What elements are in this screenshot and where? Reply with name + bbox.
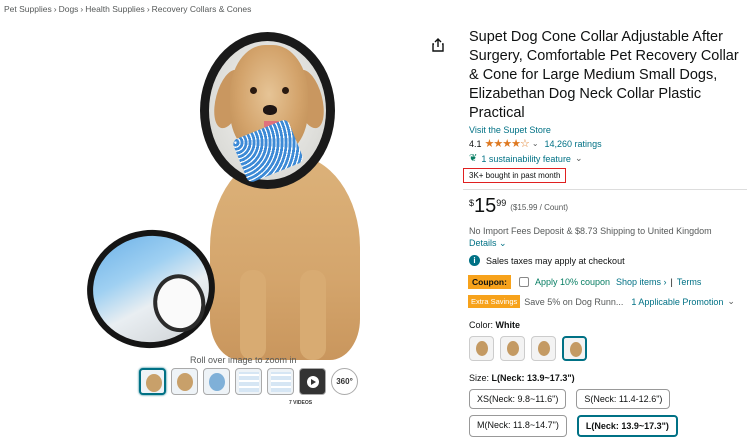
rating-value: 4.1 [469, 138, 482, 149]
color-swatches [469, 336, 747, 361]
info-icon[interactable]: i [469, 255, 480, 266]
color-swatch-1[interactable] [469, 336, 494, 361]
color-swatch-white[interactable] [562, 336, 587, 361]
share-icon[interactable] [432, 38, 444, 52]
chevron-down-icon: ⌄ [574, 153, 583, 163]
thumbnail-strip: 360° [139, 368, 358, 395]
breadcrumb-separator: › [80, 4, 84, 14]
terms-link[interactable]: Terms [677, 277, 702, 287]
selected-size: L(Neck: 13.9~17.3") [491, 373, 575, 383]
thumbnail-3[interactable] [203, 368, 230, 395]
coupon-text[interactable]: Apply 10% coupon [535, 277, 610, 287]
dog-eye [282, 87, 289, 94]
chevron-down-icon: ⌄ [727, 296, 735, 306]
size-option-s[interactable]: S(Neck: 11.4-12.6") [576, 389, 671, 409]
price-whole: 15 [474, 195, 497, 217]
breadcrumb-item-health-supplies[interactable]: Health Supplies [85, 4, 145, 14]
details-link[interactable]: Details [469, 238, 497, 248]
unit-price: ($15.99 / Count) [510, 203, 569, 212]
dog-leg [240, 270, 266, 360]
extra-savings-row: Extra Savings Save 5% on Dog Runn... 1 A… [468, 295, 747, 308]
color-swatch-2[interactable] [500, 336, 525, 361]
videos-count-label: 7 VIDEOS [289, 400, 313, 406]
coupon-badge: Coupon: [468, 275, 511, 289]
size-option-xs[interactable]: XS(Neck: 9.8~11.6") [469, 389, 567, 409]
product-info-panel: Supet Dog Cone Collar Adjustable After S… [463, 28, 747, 437]
size-option-m[interactable]: M(Neck: 11.8~14.7") [469, 415, 567, 437]
coupon-row: Coupon: Apply 10% coupon Shop items › | … [468, 275, 747, 289]
price-fraction: 99 [496, 198, 507, 208]
product-title: Supet Dog Cone Collar Adjustable After S… [469, 29, 739, 121]
breadcrumb-separator: › [53, 4, 57, 14]
rating-row: 4.1 ★★★★☆ ⌄ 14,260 ratings [469, 137, 747, 150]
tax-text: Sales taxes may apply at checkout [486, 255, 625, 266]
size-label: Size: L(Neck: 13.9~17.3") [469, 373, 747, 383]
price: $ 15 99 ($15.99 / Count) [469, 196, 747, 216]
extra-savings-badge: Extra Savings [468, 295, 521, 308]
sustainability-label: 1 sustainability feature [481, 153, 571, 164]
thumbnail-4[interactable] [235, 368, 262, 395]
size-options: XS(Neck: 9.8~11.6") S(Neck: 11.4-12.6") … [469, 389, 699, 437]
color-label: Color: White [469, 320, 747, 330]
zoom-hint: Roll over image to zoom in [190, 355, 297, 365]
sustainability-row[interactable]: ❦ 1 sustainability feature ⌄ [469, 153, 747, 164]
color-label-text: Color: [469, 320, 494, 330]
size-label-text: Size: [469, 373, 490, 383]
breadcrumb-separator: › [146, 4, 150, 14]
chevron-down-icon: ⌄ [499, 238, 507, 248]
coupon-checkbox[interactable] [518, 277, 529, 287]
selected-color: White [495, 320, 521, 330]
breadcrumb-item-recovery-collars[interactable]: Recovery Collars & Cones [152, 4, 252, 14]
dog-nose [263, 105, 277, 115]
color-swatch-3[interactable] [531, 336, 556, 361]
360-view-thumbnail[interactable]: 360° [331, 368, 358, 395]
ratings-count-link[interactable]: 14,260 ratings [545, 139, 602, 149]
divider [463, 189, 747, 190]
play-icon [307, 376, 319, 388]
chevron-down-icon[interactable]: ⌄ [532, 139, 539, 148]
breadcrumb-item-pet-supplies[interactable]: Pet Supplies [4, 4, 52, 14]
shop-items-link[interactable]: Shop items › [616, 277, 667, 287]
thumbnail-5[interactable] [267, 368, 294, 395]
coupon-separator: | [670, 277, 673, 287]
video-thumbnail[interactable] [299, 368, 326, 395]
cone-collar-product [79, 221, 223, 357]
dog-leg [300, 270, 326, 360]
main-product-image[interactable] [70, 25, 450, 360]
leaf-icon: ❦ [469, 153, 478, 164]
store-link[interactable]: Visit the Supet Store [469, 125, 747, 135]
size-option-l[interactable]: L(Neck: 13.9~17.3") [576, 415, 678, 437]
breadcrumb-item-dogs[interactable]: Dogs [59, 4, 79, 14]
shipping-info: No Import Fees Deposit & $8.73 Shipping … [469, 225, 747, 249]
breadcrumb: Pet Supplies › Dogs › Health Supplies › Recove… [4, 4, 251, 14]
applicable-promotion-link[interactable]: 1 Applicable Promotion [631, 297, 723, 307]
thumbnail-1[interactable] [139, 368, 166, 395]
tax-row: i Sales taxes may apply at checkout [469, 255, 747, 266]
import-fees-text: No Import Fees Deposit & $8.73 Shipping … [469, 226, 712, 236]
thumbnail-2[interactable] [171, 368, 198, 395]
extra-savings-text: Save 5% on Dog Runn... [524, 296, 624, 307]
dog-eye [250, 87, 257, 94]
bought-past-month-badge: 3K+ bought in past month [463, 168, 567, 183]
star-rating-icon[interactable]: ★★★★☆ [485, 137, 530, 150]
